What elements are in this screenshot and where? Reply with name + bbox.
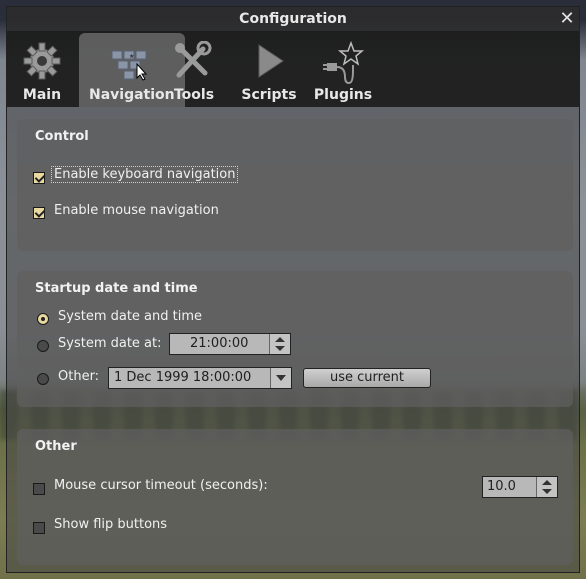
cursor-timeout-spinbox[interactable]: 10.0 xyxy=(482,476,558,498)
title-bar[interactable]: Configuration ✕ xyxy=(7,7,579,31)
tab-tools-label: Tools xyxy=(173,87,215,103)
flip-buttons-label[interactable]: Show flip buttons xyxy=(54,517,167,532)
window-title: Configuration xyxy=(239,11,347,27)
cursor-timeout-label[interactable]: Mouse cursor timeout (seconds): xyxy=(54,478,268,493)
chevron-down-icon[interactable] xyxy=(270,368,291,388)
system-date-at-label[interactable]: System date at: xyxy=(58,336,162,351)
system-date-at-radio[interactable] xyxy=(37,340,49,352)
tab-main[interactable]: Main xyxy=(13,33,71,107)
configuration-window: Configuration ✕ Main ★ Navigation Tools … xyxy=(6,6,580,573)
tab-main-label: Main xyxy=(22,87,62,103)
startup-title: Startup date and time xyxy=(35,281,198,296)
spin-down-icon[interactable] xyxy=(542,489,552,494)
svg-text:★: ★ xyxy=(129,53,134,60)
startup-panel: Startup date and time System date and ti… xyxy=(17,271,573,407)
gear-icon xyxy=(22,41,62,85)
tab-navigation-label: Navigation xyxy=(89,87,175,103)
tab-plugins-label: Plugins xyxy=(313,87,373,103)
keyboard-navigation-label[interactable]: Enable keyboard navigation xyxy=(51,166,239,183)
other-title: Other xyxy=(35,439,77,454)
system-date-label[interactable]: System date and time xyxy=(58,309,202,324)
control-title: Control xyxy=(35,129,89,144)
other-date-label[interactable]: Other: xyxy=(58,369,99,384)
system-date-radio[interactable] xyxy=(37,313,49,325)
other-date-radio[interactable] xyxy=(37,373,49,385)
cursor-timeout-checkbox[interactable] xyxy=(33,483,45,495)
plug-star-icon xyxy=(321,40,365,89)
mouse-navigation-label[interactable]: Enable mouse navigation xyxy=(54,203,219,218)
cursor-timeout-value: 10.0 xyxy=(487,479,516,494)
close-button[interactable]: ✕ xyxy=(557,9,577,29)
tab-bar: Main ★ Navigation Tools Scripts Plugins xyxy=(7,31,579,107)
wrench-screwdriver-icon xyxy=(171,40,213,85)
keyboard-navigation-checkbox[interactable] xyxy=(33,172,45,184)
other-date-combobox[interactable]: 1 Dec 1999 18:00:00 xyxy=(108,367,292,389)
spin-up-icon[interactable] xyxy=(542,480,552,485)
tab-plugins[interactable]: Plugins xyxy=(309,33,377,107)
flip-buttons-checkbox[interactable] xyxy=(33,522,45,534)
other-date-value: 1 Dec 1999 18:00:00 xyxy=(114,370,252,385)
other-panel: Other Mouse cursor timeout (seconds): 10… xyxy=(17,429,573,565)
spin-up-icon[interactable] xyxy=(275,337,285,342)
use-current-button[interactable]: use current xyxy=(303,368,431,388)
system-time-value: 21:00:00 xyxy=(190,336,249,351)
system-time-stepper[interactable] xyxy=(269,334,290,354)
tab-scripts-label: Scripts xyxy=(241,87,297,103)
tab-scripts[interactable]: Scripts xyxy=(235,33,303,107)
tab-tools[interactable]: Tools xyxy=(167,33,217,107)
cursor-timeout-stepper[interactable] xyxy=(536,477,557,497)
mouse-navigation-checkbox[interactable] xyxy=(33,207,45,219)
system-time-spinbox[interactable]: 21:00:00 xyxy=(169,333,291,355)
control-panel: Control Enable keyboard navigation Enabl… xyxy=(17,119,573,251)
spin-down-icon[interactable] xyxy=(275,346,285,351)
play-icon xyxy=(249,41,289,85)
mouse-pointer-icon xyxy=(136,63,148,81)
close-icon: ✕ xyxy=(559,8,575,29)
